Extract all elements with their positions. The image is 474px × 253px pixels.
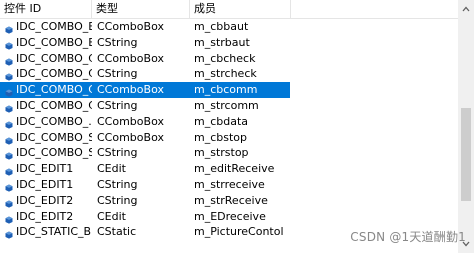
cell-member: m_cbdata <box>194 114 249 128</box>
column-header-member[interactable]: 成员 <box>190 0 292 18</box>
cell-control-id: IDC_EDIT2 <box>16 209 74 223</box>
cell-type: CComboBox <box>97 114 164 128</box>
cell-control-id: IDC_COMBO_B... <box>16 35 92 49</box>
variable-icon <box>5 70 13 81</box>
variable-icon <box>5 102 13 113</box>
cell-type: CComboBox <box>97 20 164 33</box>
chevron-up-icon[interactable] <box>462 6 470 12</box>
cell-member: m_cbcheck <box>194 51 256 65</box>
variable-icon <box>5 86 13 97</box>
table-row[interactable]: IDC_EDIT1 CEdit m_editReceive <box>0 161 458 177</box>
list-rows: IDC_COMBO_B...CComboBoxm_cbbautIDC_COMBO… <box>0 19 458 240</box>
table-row[interactable]: IDC_COMBO_C... CString m_strcheck <box>0 66 458 82</box>
cell-type: CComboBox <box>97 83 164 97</box>
cell-control-id: IDC_COMBO_S... <box>16 146 92 160</box>
variable-icon <box>5 118 13 129</box>
table-row[interactable]: IDC_EDIT2 CString m_strReceive <box>0 193 458 209</box>
list-header: 控件 ID 类型 成员 <box>0 0 458 19</box>
variable-icon <box>5 228 13 239</box>
cell-type: CEdit <box>97 209 126 223</box>
member-variables-list[interactable]: 控件 ID 类型 成员 IDC_COMBO_B... CComboBox m_cbb… <box>0 0 458 253</box>
cell-member: m_strcomm <box>194 98 259 112</box>
cell-control-id: IDC_COMBO_C... <box>16 98 92 112</box>
variable-icon <box>5 165 13 176</box>
cell-control-id: IDC_COMBO_C... <box>16 51 92 65</box>
cell-member: m_strcheck <box>194 67 257 81</box>
variable-icon <box>5 213 13 224</box>
cell-control-id: IDC_COMBO_S... <box>16 130 92 144</box>
cell-control-id: IDC_EDIT2 <box>16 193 74 207</box>
cell-control-id: IDC_STATIC_BI... <box>16 225 92 239</box>
cell-member: m_strReceive <box>194 193 268 207</box>
cell-type: CString <box>97 98 138 112</box>
cell-type: CEdit <box>97 162 126 176</box>
cell-type: CString <box>97 193 138 207</box>
column-divider[interactable] <box>290 0 291 18</box>
cell-member: m_cbstop <box>194 130 248 144</box>
variable-icon <box>5 23 13 34</box>
table-row[interactable]: IDC_COMBO_C... CComboBox m_cbcheck <box>0 51 458 67</box>
column-header-control-id[interactable]: 控件 ID <box>0 0 92 18</box>
cell-type: CString <box>97 146 138 160</box>
cell-member: m_PictureContol <box>194 225 284 239</box>
cell-type: CStatic <box>97 225 137 239</box>
cell-control-id: IDC_EDIT1 <box>16 177 74 191</box>
cell-member: m_cbcomm <box>194 83 258 97</box>
variable-icon <box>5 55 13 66</box>
scrollbar-thumb[interactable] <box>461 108 471 201</box>
table-row[interactable]: IDC_COMBO_B... CString m_strbaut <box>0 35 458 51</box>
table-row[interactable]: IDC_EDIT2 CEdit m_EDreceive <box>0 209 458 225</box>
table-row[interactable]: IDC_COMBO_C... CComboBox m_cbcomm <box>0 82 458 98</box>
table-row[interactable]: IDC_COMBO_B... CComboBox m_cbbaut <box>0 19 458 35</box>
cell-control-id: IDC_COMBO_B... <box>16 20 92 33</box>
variable-icon <box>5 134 13 145</box>
table-row[interactable]: IDC_COMBO_S... CComboBox m_cbstop <box>0 130 458 146</box>
vertical-scrollbar[interactable] <box>458 0 474 253</box>
cell-control-id: IDC_COMBO_C... <box>16 67 92 81</box>
cell-control-id: IDC_COMBO_C... <box>16 83 92 97</box>
table-row[interactable]: IDC_COMBO_S... CString m_strstop <box>0 145 458 161</box>
cell-control-id: IDC_EDIT1 <box>16 162 74 176</box>
table-row[interactable]: IDC_COMBO_... CComboBox m_cbdata <box>0 114 458 130</box>
variable-icon <box>5 197 13 208</box>
cell-member: m_strstop <box>194 146 249 160</box>
table-row[interactable]: IDC_COMBO_C... CString m_strcomm <box>0 98 458 114</box>
cell-member: m_EDreceive <box>194 209 266 223</box>
cell-type: CString <box>97 35 138 49</box>
cell-member: m_cbbaut <box>194 20 249 33</box>
cell-control-id: IDC_COMBO_... <box>16 114 92 128</box>
variable-icon <box>5 149 13 160</box>
cell-type: CComboBox <box>97 51 164 65</box>
cell-type: CString <box>97 177 138 191</box>
cell-member: m_editReceive <box>194 162 275 176</box>
cell-type: CComboBox <box>97 130 164 144</box>
cell-type: CString <box>97 67 138 81</box>
column-header-type[interactable]: 类型 <box>92 0 190 18</box>
cell-member: m_strbaut <box>194 35 250 49</box>
table-row[interactable]: IDC_EDIT1 CString m_strreceive <box>0 177 458 193</box>
watermark: CSDN @1天道酬勤1 <box>350 230 466 244</box>
variable-icon <box>5 39 13 50</box>
cell-member: m_strreceive <box>194 177 265 191</box>
variable-icon <box>5 181 13 192</box>
